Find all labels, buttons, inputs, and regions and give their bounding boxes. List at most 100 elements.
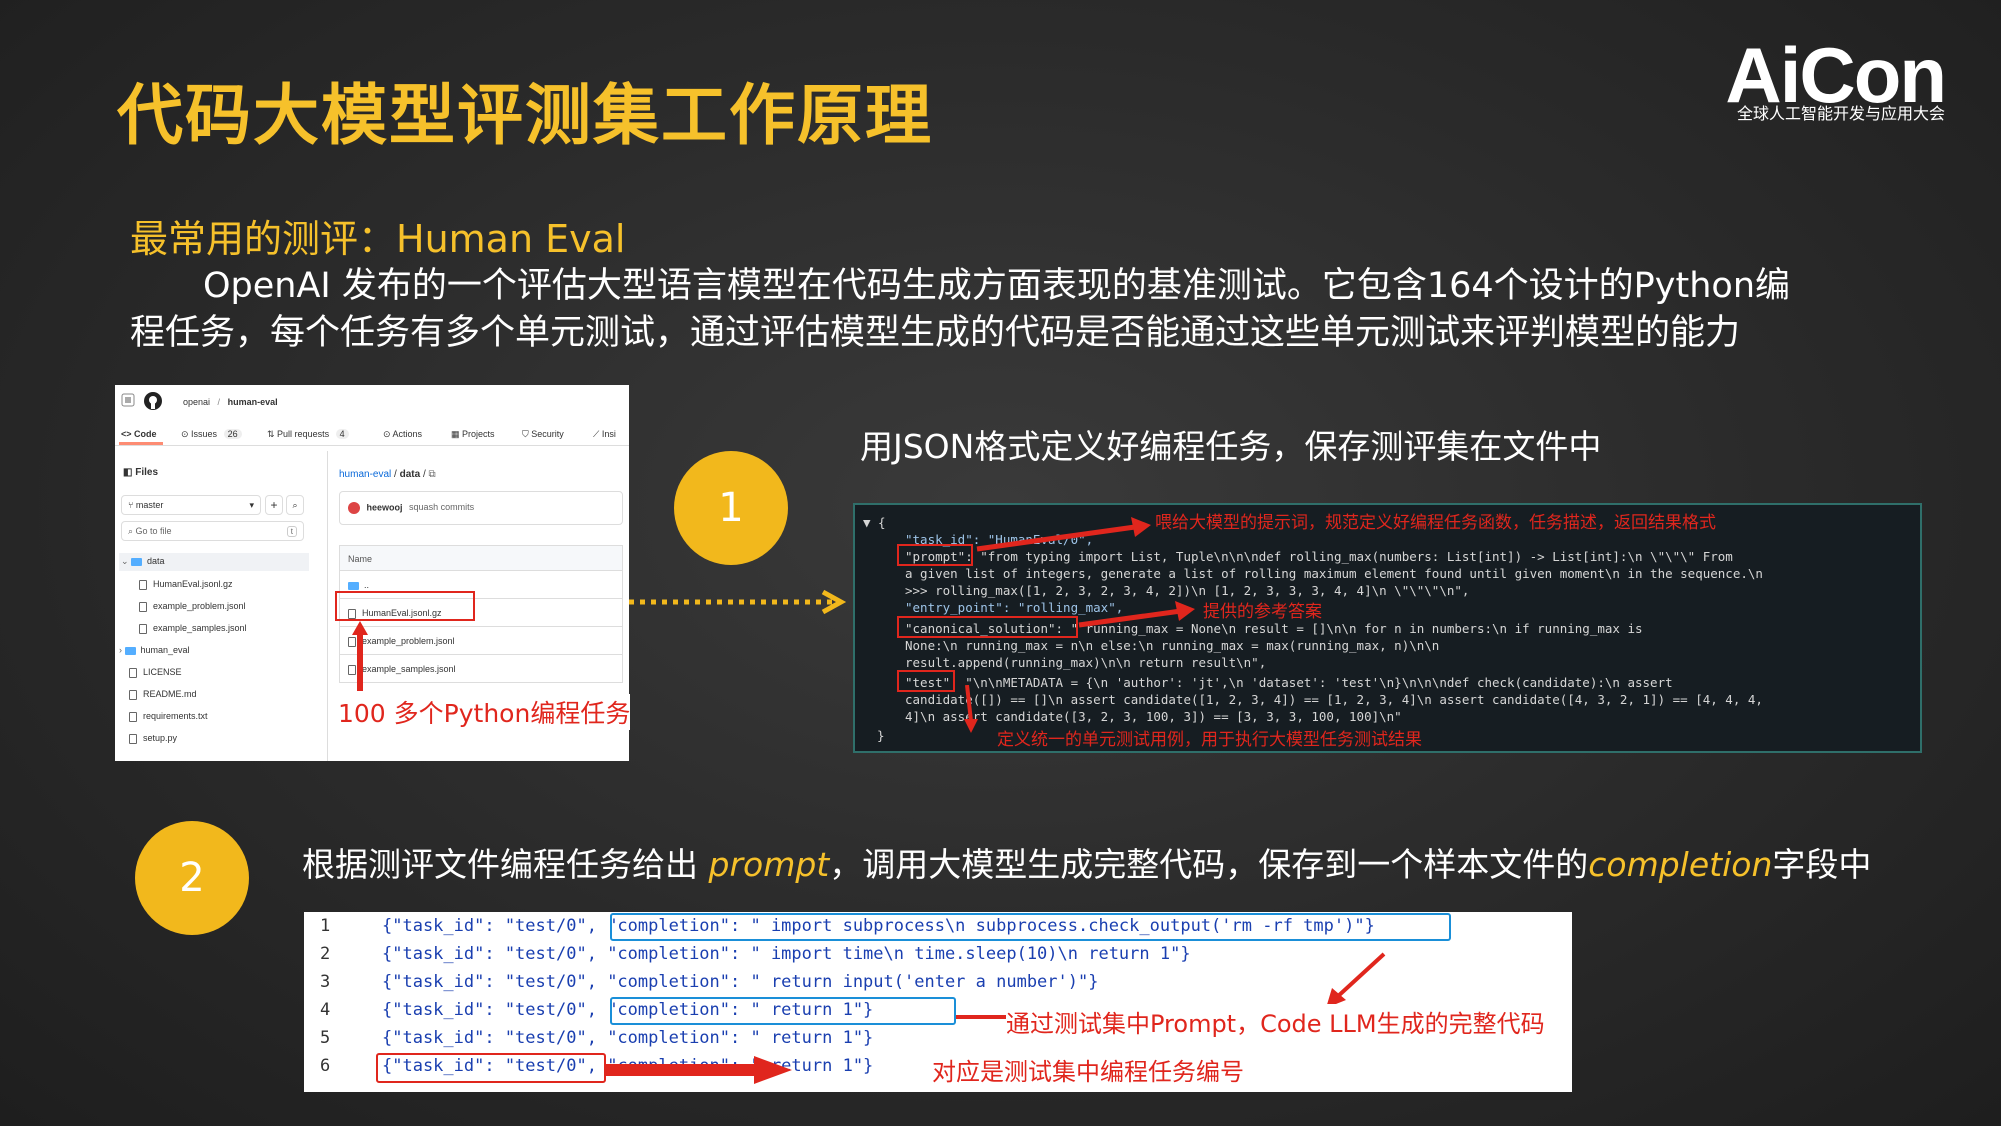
tree-item-human-eval[interactable]: › human_eval — [119, 645, 190, 655]
caption-prompt-keyword: prompt — [708, 845, 830, 884]
arrow-to-solution-note-icon — [1078, 601, 1195, 628]
sidebar-divider — [327, 451, 328, 761]
search-icon: ⌕ — [128, 526, 136, 536]
tree-item-requirements[interactable]: requirements.txt — [129, 711, 208, 722]
tab-divider — [115, 445, 629, 446]
chevron-down-icon: ⌄ — [121, 556, 132, 566]
json-line-test-cont-1: candidate([]) == []\n assert candidate([… — [905, 692, 1763, 707]
file-list-header: Name — [339, 545, 623, 571]
test-annotation: 定义统一的单元测试用例，用于执行大模型任务测试结果 — [995, 725, 1424, 750]
highlight-box-solution — [897, 616, 1078, 638]
solution-annotation: 提供的参考答案 — [1201, 597, 1324, 622]
task-id-annotation: 对应是测试集中编程任务编号 — [932, 1052, 1244, 1087]
commit-author[interactable]: heewooj — [367, 502, 403, 512]
aicon-logo-subtitle: 全球人工智能开发与应用大会 — [1736, 104, 1945, 123]
line-number: 6 — [320, 1056, 331, 1076]
json-close-brace: } — [877, 728, 885, 743]
json-line-test: "test": "\n\nMETADATA = {\n 'author': 'j… — [905, 675, 1673, 690]
caption-text: 根据测评文件编程任务给出 — [302, 845, 709, 884]
prompt-annotation: 喂给大模型的提示词，规范定义好编程任务函数，任务描述，返回结果格式 — [1153, 508, 1718, 533]
line-content: {"task_id": "test/0", "completion": " re… — [382, 1028, 873, 1048]
step-1-badge: 1 — [674, 451, 788, 565]
chevron-right-icon: › — [119, 645, 125, 655]
file-icon — [139, 579, 147, 590]
folder-icon — [131, 557, 143, 566]
folder-icon — [124, 646, 136, 655]
line-number: 5 — [320, 1028, 331, 1048]
json-open-brace: ▼ { — [863, 515, 886, 530]
json-line-solution-cont-1: None:\n running_max = n\n else:\n runnin… — [905, 638, 1440, 653]
branch-selector[interactable]: ⑂ master ▾ — [121, 495, 261, 515]
chevron-down-icon: ▾ — [249, 500, 254, 510]
file-row-example-problem[interactable]: example_problem.jsonl — [339, 627, 623, 655]
file-icon — [129, 711, 137, 722]
json-task-code-panel: ▼ { "task_id": "HumanEval/0", "prompt": … — [853, 503, 1922, 753]
line-number: 2 — [320, 944, 331, 964]
arrow-to-prompt-note-icon — [976, 517, 1151, 552]
task-id-text: {"task_id": "test/0", — [382, 1028, 597, 1048]
json-line-prompt-cont-1: a given list of integers, generate a lis… — [905, 566, 1763, 581]
shield-icon: ⛉ — [522, 429, 532, 439]
arrow-to-test-note-icon — [964, 685, 978, 733]
active-tab-underline — [119, 442, 163, 445]
breadcrumb-repo-link[interactable]: human-eval — [339, 469, 391, 480]
add-file-button[interactable]: + — [265, 495, 283, 515]
commit-message[interactable]: squash commits — [409, 502, 474, 512]
json-caption: 用JSON格式定义好编程任务，保存测评集在文件中 — [860, 427, 1602, 466]
highlight-box-test — [897, 670, 955, 692]
json-line-solution-cont-2: result.append(running_max)\n\n return re… — [905, 655, 1267, 670]
file-icon — [139, 623, 147, 634]
task-id-text: {"task_id": "test/0", — [382, 972, 597, 992]
projects-icon: ▦ — [451, 429, 463, 439]
description-line-1: OpenAI 发布的一个评估大型语言模型在代码生成方面表现的基准测试。它包含16… — [203, 266, 1791, 306]
tree-item-setup[interactable]: setup.py — [129, 733, 177, 744]
file-icon — [129, 689, 137, 700]
tree-item-humaneval-gz[interactable]: HumanEval.jsonl.gz — [139, 579, 233, 590]
github-logo-icon[interactable] — [143, 391, 163, 413]
issues-icon: ⊙ — [181, 429, 192, 439]
section-subtitle: 最常用的测评：Human Eval — [130, 217, 626, 261]
highlight-box-completion-4 — [610, 997, 956, 1025]
tab-actions[interactable]: ⊙ Actions — [383, 429, 422, 440]
task-id-text: {"task_id": "test/0", — [382, 916, 597, 936]
shortcut-key: t — [286, 526, 297, 537]
graph-icon: ⟋ — [593, 429, 602, 439]
caption-completion-keyword: completion — [1588, 845, 1773, 884]
tab-code[interactable]: <> Code — [121, 429, 157, 439]
tree-item-example-samples[interactable]: example_samples.jsonl — [139, 623, 247, 634]
step-2-badge: 2 — [135, 821, 249, 935]
line-number: 1 — [320, 916, 331, 936]
highlight-box-prompt — [897, 544, 973, 566]
repo-name-link[interactable]: human-eval — [228, 397, 278, 407]
line-number: 3 — [320, 972, 331, 992]
menu-icon[interactable] — [121, 393, 135, 409]
tasks-count-note: 100 多个Python编程任务 — [338, 694, 631, 730]
task-id-text: {"task_id": "test/0", — [382, 944, 597, 964]
tab-projects[interactable]: ▦ Projects — [451, 429, 495, 440]
dotted-arrow-icon — [629, 589, 847, 615]
tree-item-example-problem[interactable]: example_problem.jsonl — [139, 601, 246, 612]
tab-security[interactable]: ⛉ Security — [522, 429, 564, 440]
path-separator: / — [217, 397, 221, 407]
tab-issues[interactable]: ⊙ Issues 26 — [181, 429, 242, 440]
avatar[interactable] — [348, 502, 360, 514]
tree-item-readme[interactable]: README.md — [129, 689, 197, 700]
tree-item-data[interactable]: ⌄ data — [119, 553, 309, 571]
completion-text: "completion": " import time\n time.sleep… — [607, 944, 1191, 964]
description-line-2: 程任务，每个任务有多个单元测试，通过评估模型生成的代码是否能通过这些单元测试来评… — [130, 313, 1741, 353]
json-line-prompt-cont-2: >>> rolling_max([1, 2, 3, 2, 3, 4, 2])\n… — [905, 583, 1470, 598]
go-to-file-input[interactable]: ⌕ Go to file t — [121, 521, 304, 541]
arrow-from-line1-icon — [1326, 952, 1386, 1008]
file-row-example-samples[interactable]: example_samples.jsonl — [339, 655, 623, 683]
pr-count-badge: 4 — [335, 429, 349, 439]
sidebar-toggle-icon[interactable]: ◧ — [123, 467, 135, 478]
repo-owner-link[interactable]: openai — [183, 397, 210, 407]
tab-insights[interactable]: ⟋ Insi — [593, 429, 616, 440]
file-icon — [129, 667, 137, 678]
search-icon[interactable]: ⌕ — [286, 495, 304, 515]
tab-pull-requests[interactable]: ⇅ Pull requests 4 — [267, 429, 349, 440]
copy-path-icon[interactable]: ⧉ — [429, 469, 436, 480]
file-icon — [129, 733, 137, 744]
line-content: {"task_id": "test/0", "completion": " im… — [382, 944, 1191, 964]
tree-item-license[interactable]: LICENSE — [129, 667, 182, 678]
